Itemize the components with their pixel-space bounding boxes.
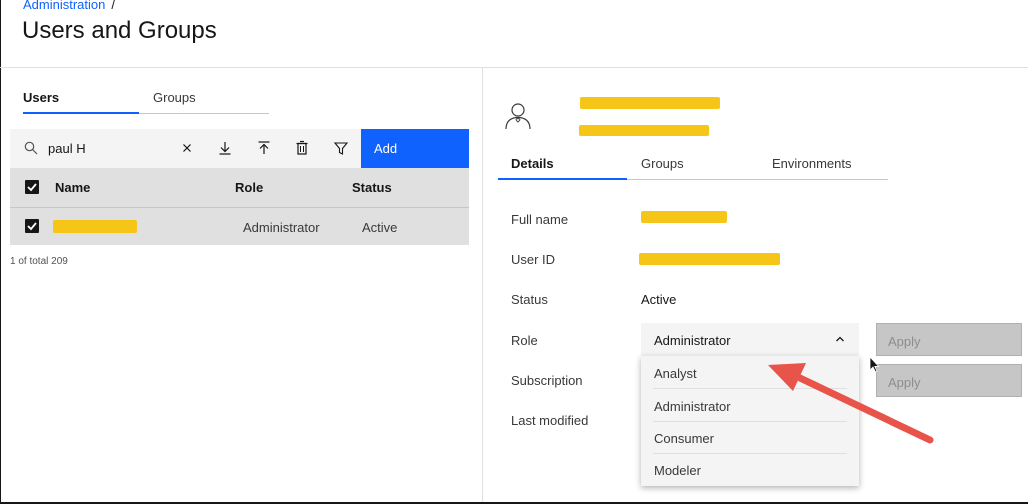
mouse-cursor-icon [869, 355, 880, 373]
annotation-overlay [768, 355, 934, 444]
annotation-arrow-icon [768, 363, 934, 444]
